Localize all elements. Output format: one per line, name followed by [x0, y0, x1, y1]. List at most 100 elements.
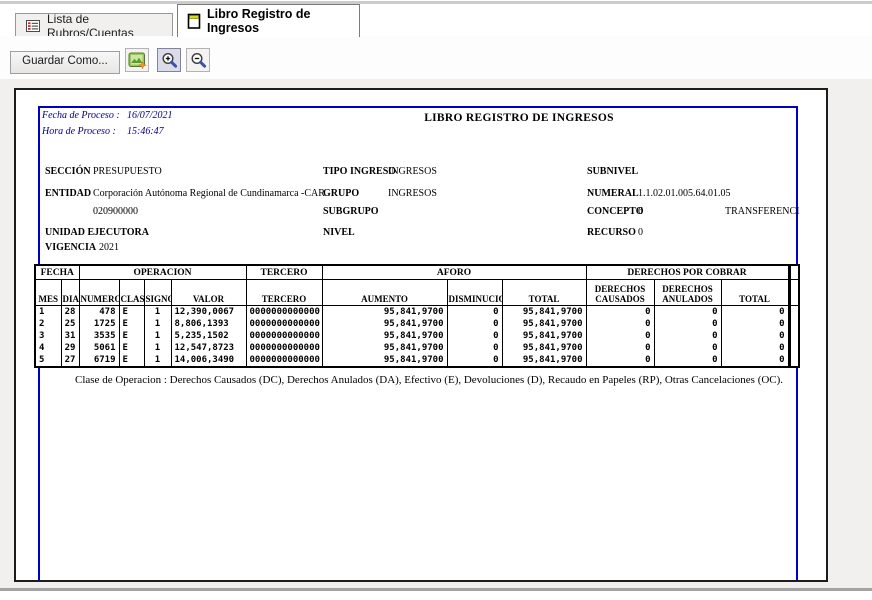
grupo-value: INGRESOS [388, 188, 437, 199]
table-cell: E [119, 306, 144, 319]
table-cell: 3535 [79, 330, 119, 342]
table-cell: 1 [35, 306, 61, 319]
table-cell: 0 [721, 318, 789, 330]
table-cell: 28 [61, 306, 79, 319]
table-cell: 12,547,8723 [171, 342, 246, 354]
entidad-label: ENTIDAD [45, 188, 91, 199]
seccion-value: PRESUPUESTO [93, 166, 162, 177]
table-cell: 1 [144, 354, 171, 367]
process-time-value: 15:46:47 [127, 126, 164, 137]
table-cell: 5061 [79, 342, 119, 354]
column-header: DERECHOS CAUSADOS [586, 280, 654, 306]
table-cell: 29 [61, 342, 79, 354]
table-cell: 0 [721, 306, 789, 319]
table-cell: 0 [447, 318, 502, 330]
column-header: DISMINUCION [447, 280, 502, 306]
column-group-header: TERCERO [246, 265, 322, 280]
concepto-desc: TRANSFERENCIAS [725, 206, 800, 217]
tipo-ingreso-label: TIPO INGRESO [323, 166, 396, 177]
table-row: 2251725E18,806,1393000000000000095,841,9… [35, 318, 799, 330]
table-cell [789, 342, 799, 354]
zoom-out-icon [189, 51, 208, 70]
column-header [789, 280, 799, 306]
table-cell: 27 [61, 354, 79, 367]
tab-lista-rubros[interactable]: Lista de Rubros/Cuentas [15, 13, 173, 37]
table-row: 128478E112,390,0067000000000000095,841,9… [35, 306, 799, 319]
table-cell: 95,841,9700 [322, 342, 447, 354]
table-cell: 25 [61, 318, 79, 330]
column-header: TERCERO [246, 280, 322, 306]
export-image-icon [128, 51, 147, 70]
table-cell: 5 [35, 354, 61, 367]
table-cell: 95,841,9700 [322, 306, 447, 319]
subgrupo-label: SUBGRUPO [323, 206, 379, 217]
table-cell: 0 [654, 330, 721, 342]
table-cell: 0000000000000 [246, 342, 322, 354]
table-cell [789, 330, 799, 342]
table-cell: 478 [79, 306, 119, 319]
report-title: LIBRO REGISTRO DE INGRESOS [40, 112, 800, 124]
tipo-ingreso-value: INGRESOS [388, 166, 437, 177]
save-as-button[interactable]: Guardar Como... [10, 51, 120, 74]
column-group-header: OPERACION [79, 265, 246, 280]
toolbar: Guardar Como... [0, 36, 872, 80]
numeral-label: NUMERAL [587, 188, 639, 199]
table-cell: 95,841,9700 [502, 342, 586, 354]
table-cell: 0000000000000 [246, 354, 322, 367]
zoom-out-button[interactable] [186, 48, 210, 72]
table-cell: 0 [447, 306, 502, 319]
blue-frame-top [38, 106, 798, 108]
table-cell: 0 [654, 318, 721, 330]
footnote: Clase de Operacion : Derechos Causados (… [75, 374, 783, 386]
table-header-row: MESDIANUMEROCLASESIGNOVALORTERCEROAUMENT… [35, 280, 799, 306]
table-cell: 0 [586, 330, 654, 342]
column-group-header: DERECHOS POR COBRAR [586, 265, 789, 280]
table-cell: 95,841,9700 [502, 306, 586, 319]
notebook-icon [187, 13, 201, 30]
table-cell: 0 [447, 342, 502, 354]
table-cell: 95,841,9700 [322, 330, 447, 342]
unidad-ejecutora-label: UNIDAD EJECUTORA [45, 227, 149, 238]
table-cell: 5,235,1502 [171, 330, 246, 342]
vigencia-value: 2021 [99, 242, 119, 253]
column-header: DERECHOS ANULADOS [654, 280, 721, 306]
tab-libro-label: Libro Registro de Ingresos [207, 7, 350, 35]
tab-libro-registro[interactable]: Libro Registro de Ingresos [177, 4, 360, 37]
table-cell [789, 318, 799, 330]
seccion-label: SECCIÓN [45, 166, 91, 177]
table-cell: 0 [721, 342, 789, 354]
column-header: DIA [61, 280, 79, 306]
subnivel-label: SUBNIVEL [587, 166, 638, 177]
list-icon [25, 18, 41, 34]
table-cell: 0 [447, 330, 502, 342]
report-table: FECHAOPERACIONTERCEROAFORODERECHOS POR C… [34, 264, 800, 368]
tab-bar: Lista de Rubros/Cuentas Libro Registro d… [0, 4, 872, 37]
table-cell: 0 [654, 342, 721, 354]
table-cell: 0 [586, 342, 654, 354]
column-header: AUMENTO [322, 280, 447, 306]
numeral-value: 1.1.02.01.005.64.01.05 [638, 188, 731, 199]
nivel-label: NIVEL [323, 227, 355, 238]
table-cell [789, 306, 799, 319]
table-cell: 1 [144, 306, 171, 319]
table-cell: 31 [61, 330, 79, 342]
table-cell: 0 [721, 330, 789, 342]
table-cell: 8,806,1393 [171, 318, 246, 330]
table-cell: 95,841,9700 [322, 354, 447, 367]
column-header: TOTAL [721, 280, 789, 306]
column-header: NUMERO [79, 280, 119, 306]
table-cell: 1 [144, 330, 171, 342]
table-cell: 4 [35, 342, 61, 354]
column-header: TOTAL [502, 280, 586, 306]
zoom-in-button[interactable] [157, 48, 181, 72]
table-cell: 0000000000000 [246, 318, 322, 330]
table-cell: E [119, 354, 144, 367]
table-cell: 1 [144, 342, 171, 354]
table-cell: 12,390,0067 [171, 306, 246, 319]
export-image-button[interactable] [125, 48, 149, 72]
concepto-value: 6 [638, 206, 643, 217]
table-cell: 0 [721, 354, 789, 367]
column-group-header [789, 265, 799, 280]
table-cell: E [119, 342, 144, 354]
table-cell: 95,841,9700 [502, 354, 586, 367]
